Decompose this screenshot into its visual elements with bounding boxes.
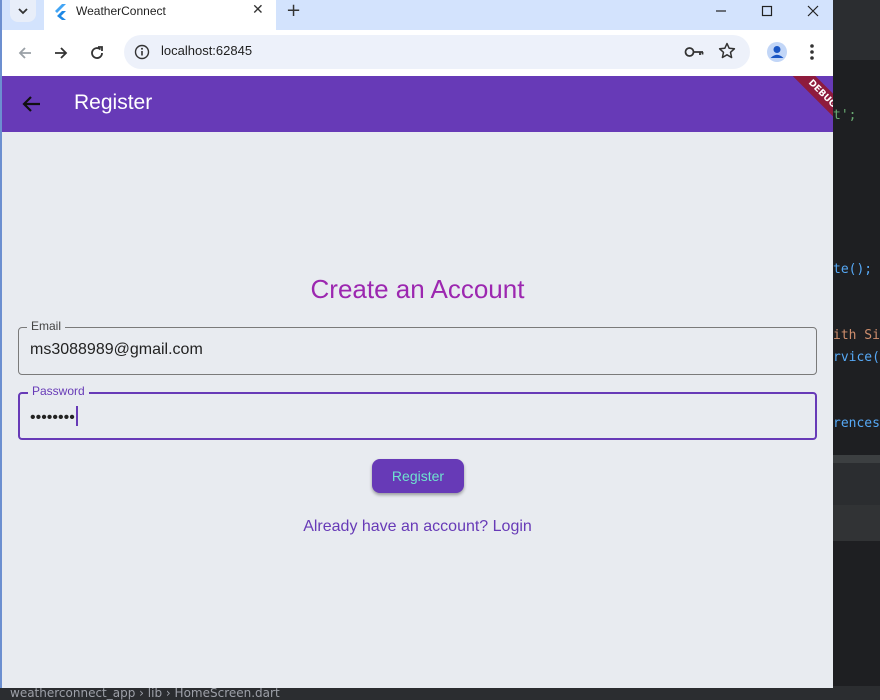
breadcrumb-file: HomeScreen.dart — [174, 686, 280, 700]
breadcrumb-separator: › — [139, 686, 148, 700]
minimize-icon — [716, 10, 726, 12]
code-fragment: te(); — [833, 262, 873, 277]
code-fragment: ith Si — [833, 328, 880, 343]
ide-status-bar: weatherconnect_app › lib › HomeScreen.da… — [0, 686, 880, 700]
text-caret — [75, 406, 78, 426]
flutter-icon — [55, 4, 66, 20]
reload-icon — [91, 46, 103, 59]
ide-background: t'; te(); ith Si rvice( rences — [833, 0, 880, 700]
page-title: Create an Account — [310, 274, 525, 304]
code-fragment: t'; — [833, 108, 857, 123]
arrow-right-icon — [55, 47, 68, 59]
email-label: Email — [27, 319, 66, 333]
ide-divider — [833, 455, 880, 463]
maximize-button[interactable] — [744, 0, 790, 22]
url-text: localhost:62845 — [161, 43, 253, 58]
ide-panel — [833, 463, 880, 505]
tab-strip: WeatherConnect ✕ + — [2, 0, 833, 30]
ide-panel — [833, 541, 880, 686]
tab-weatherconnect[interactable]: WeatherConnect ✕ — [44, 0, 276, 30]
profile-avatar-icon[interactable] — [766, 41, 788, 63]
address-bar[interactable]: localhost:62845 — [124, 35, 750, 69]
site-info-icon[interactable] — [134, 44, 150, 60]
reload-button[interactable] — [85, 42, 109, 64]
breadcrumb-project: weatherconnect_app — [10, 686, 136, 700]
breadcrumb-folder: lib — [147, 686, 163, 700]
app-viewport: Register DEBUG Create an Account Email m… — [2, 76, 833, 688]
breadcrumb-separator: › — [165, 686, 175, 700]
more-vert-icon[interactable] — [807, 42, 817, 62]
login-link: Already have an account? Login — [2, 518, 833, 536]
key-icon[interactable] — [684, 44, 704, 60]
ide-panel — [833, 505, 880, 541]
tab-search-button[interactable] — [10, 0, 36, 22]
login-link-text[interactable]: Already have an account? Login — [303, 518, 532, 535]
back-button[interactable] — [13, 42, 37, 64]
star-icon[interactable] — [718, 42, 736, 60]
new-tab-icon[interactable]: + — [286, 0, 301, 21]
arrow-back-icon[interactable] — [20, 92, 44, 116]
code-fragment: rences — [833, 416, 880, 431]
email-value: ms3088989@gmail.com — [30, 341, 203, 358]
browser-window: WeatherConnect ✕ + localhost:62845 Regis… — [0, 0, 833, 688]
email-field[interactable]: Email ms3088989@gmail.com — [18, 319, 817, 375]
maximize-icon — [761, 5, 773, 17]
password-field[interactable]: Password •••••••• — [18, 384, 817, 440]
ide-toolbar — [833, 0, 880, 60]
arrow-left-icon — [18, 47, 31, 59]
close-window-button[interactable] — [790, 0, 836, 22]
password-label: Password — [28, 384, 89, 398]
close-icon — [807, 5, 819, 17]
app-bar-title: Register — [74, 91, 153, 114]
password-value-wrapper: •••••••• — [30, 406, 78, 427]
minimize-button[interactable] — [698, 0, 744, 22]
chevron-down-icon — [18, 8, 28, 15]
register-button[interactable]: Register — [372, 459, 464, 493]
app-bar: Register — [2, 76, 833, 132]
close-tab-icon[interactable]: ✕ — [252, 2, 264, 18]
forward-button[interactable] — [49, 42, 73, 64]
password-value: •••••••• — [30, 409, 75, 426]
tab-title: WeatherConnect — [76, 4, 166, 18]
code-fragment: rvice( — [833, 350, 880, 365]
browser-toolbar: localhost:62845 — [2, 30, 833, 76]
